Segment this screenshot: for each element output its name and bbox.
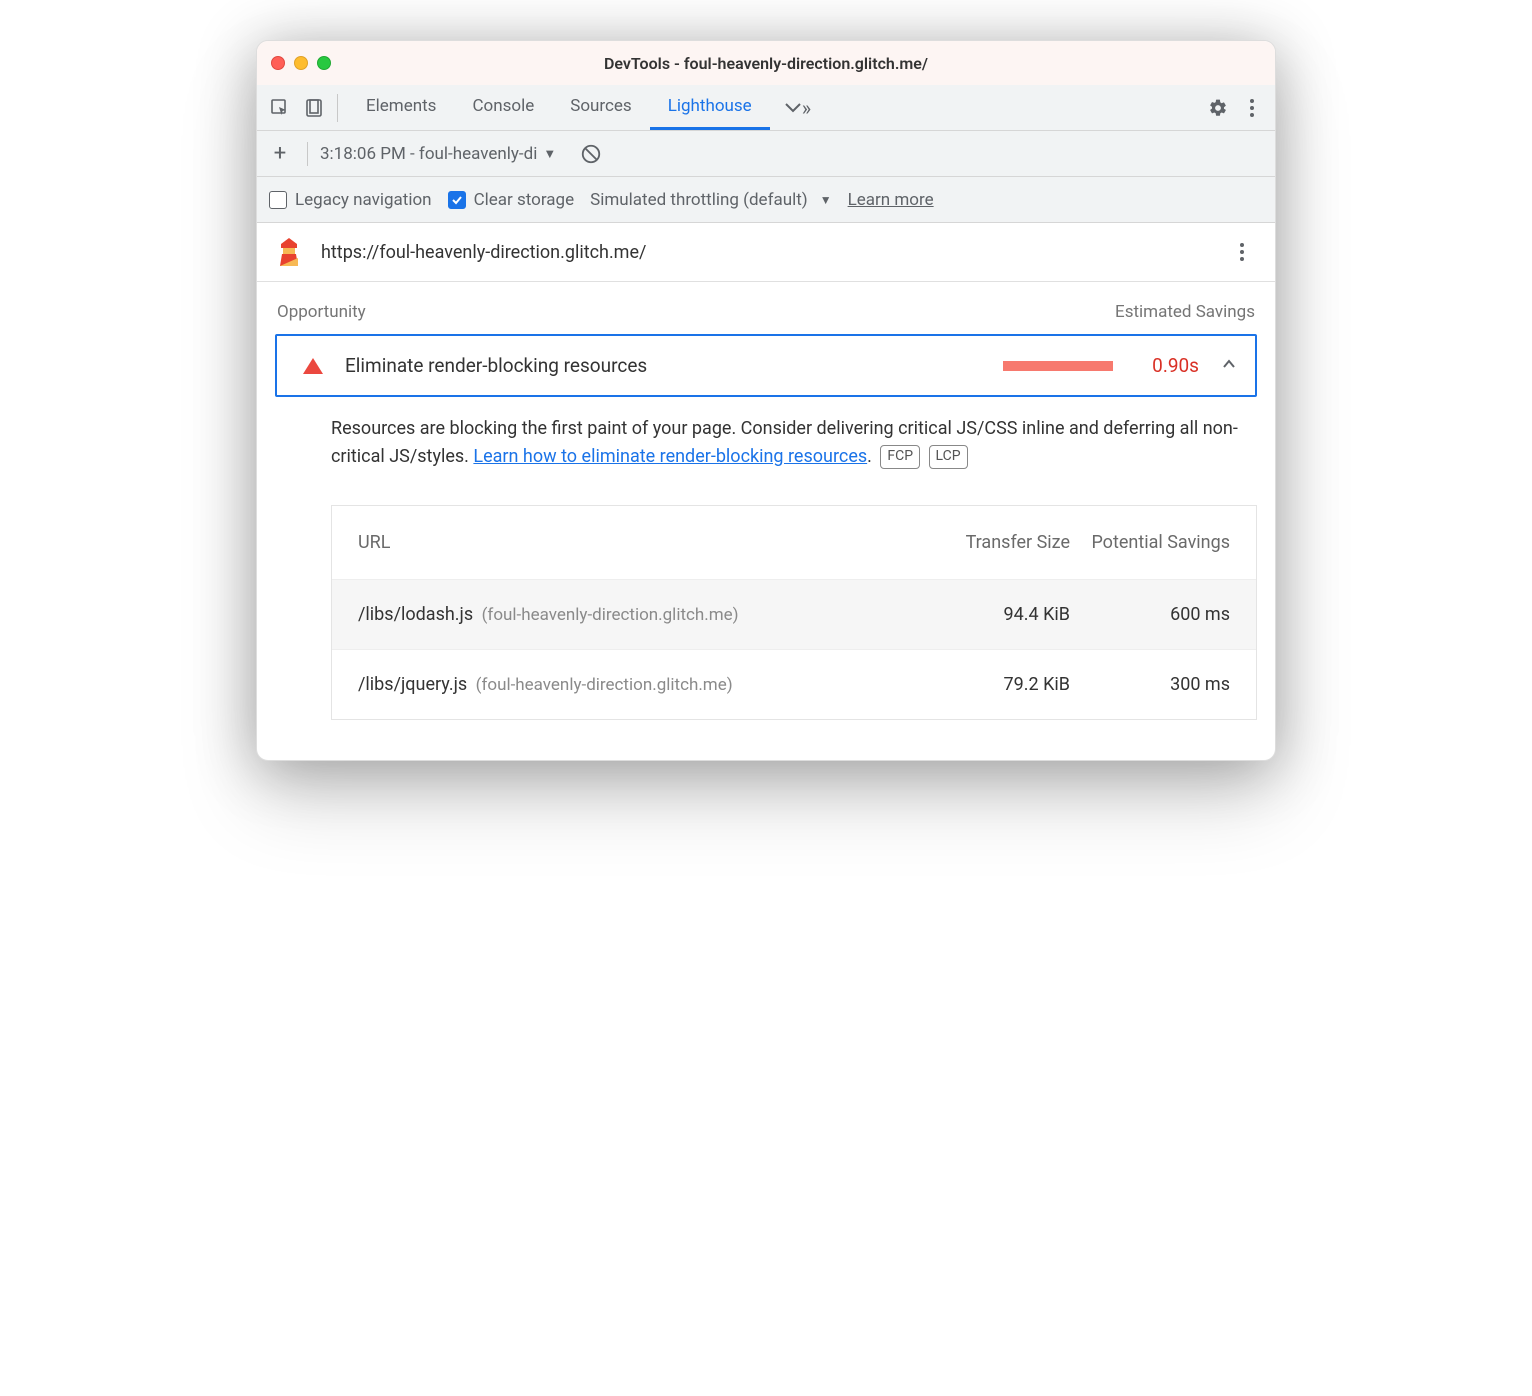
fail-triangle-icon	[303, 358, 323, 374]
th-size: Transfer Size	[930, 530, 1070, 555]
audit-learn-link[interactable]: Learn how to eliminate render-blocking r…	[473, 446, 867, 467]
row-savings: 600 ms	[1070, 604, 1230, 625]
row-size: 79.2 KiB	[930, 674, 1070, 695]
lighthouse-logo-icon	[273, 236, 305, 268]
report-url-bar: https://foul-heavenly-direction.glitch.m…	[257, 223, 1275, 282]
row-url-path: /libs/lodash.js	[358, 604, 473, 625]
tag-fcp: FCP	[880, 445, 920, 469]
audit-description: Resources are blocking the first paint o…	[275, 397, 1257, 481]
titlebar: DevTools - foul-heavenly-direction.glitc…	[257, 41, 1275, 85]
throttling-label: Simulated throttling (default)	[590, 190, 808, 210]
more-menu-icon[interactable]	[1235, 91, 1269, 125]
row-size: 94.4 KiB	[930, 604, 1070, 625]
window-title: DevTools - foul-heavenly-direction.glitc…	[257, 54, 1275, 73]
resources-table: URL Transfer Size Potential Savings /lib…	[331, 505, 1257, 720]
report-url: https://foul-heavenly-direction.glitch.m…	[321, 242, 1209, 263]
row-url-host: (foul-heavenly-direction.glitch.me)	[482, 605, 739, 625]
chevron-up-icon	[1221, 356, 1237, 376]
section-header: Opportunity Estimated Savings	[275, 296, 1257, 334]
clear-report-icon[interactable]	[580, 143, 602, 165]
close-window-button[interactable]	[271, 56, 285, 70]
table-row[interactable]: /libs/lodash.js (foul-heavenly-direction…	[332, 579, 1256, 649]
report-select-dropdown[interactable]: 3:18:06 PM - foul-heavenly-di ▼	[320, 144, 556, 164]
table-row[interactable]: /libs/jquery.js (foul-heavenly-direction…	[332, 649, 1256, 719]
clear-storage-checkbox[interactable]: Clear storage	[448, 190, 575, 210]
savings-bar	[1003, 361, 1113, 371]
traffic-lights	[271, 56, 331, 70]
opportunity-heading: Opportunity	[277, 302, 366, 322]
tab-elements[interactable]: Elements	[348, 85, 454, 130]
checkbox-checked-icon	[448, 191, 466, 209]
savings-value: 0.90s	[1129, 354, 1199, 377]
audit-render-blocking[interactable]: Eliminate render-blocking resources 0.90…	[275, 334, 1257, 397]
th-url: URL	[358, 532, 930, 553]
legacy-navigation-checkbox[interactable]: Legacy navigation	[269, 190, 432, 210]
settings-icon[interactable]	[1201, 91, 1235, 125]
row-savings: 300 ms	[1070, 674, 1230, 695]
savings-heading: Estimated Savings	[1115, 302, 1255, 322]
report-content: Opportunity Estimated Savings Eliminate …	[257, 282, 1275, 760]
audit-desc-tail: .	[867, 446, 872, 467]
new-report-button[interactable]: +	[265, 141, 295, 166]
options-bar: Legacy navigation Clear storage Simulate…	[257, 177, 1275, 223]
learn-more-link[interactable]: Learn more	[848, 190, 934, 210]
table-header: URL Transfer Size Potential Savings	[332, 506, 1256, 579]
checkbox-icon	[269, 191, 287, 209]
minimize-window-button[interactable]	[294, 56, 308, 70]
zoom-window-button[interactable]	[317, 56, 331, 70]
devtools-window: DevTools - foul-heavenly-direction.glitc…	[256, 40, 1276, 761]
tab-lighthouse[interactable]: Lighthouse	[650, 85, 770, 130]
clear-storage-label: Clear storage	[474, 190, 575, 210]
audit-title: Eliminate render-blocking resources	[345, 354, 987, 377]
chevron-down-icon: ▼	[543, 146, 556, 162]
report-menu-button[interactable]	[1225, 235, 1259, 269]
legacy-navigation-label: Legacy navigation	[295, 190, 432, 210]
throttling-dropdown[interactable]: Simulated throttling (default) ▼	[590, 190, 831, 210]
row-url-path: /libs/jquery.js	[358, 674, 467, 695]
tag-lcp: LCP	[929, 445, 968, 469]
tabs-overflow-button[interactable]: »	[770, 98, 825, 118]
device-toolbar-icon[interactable]	[297, 91, 331, 125]
tab-sources[interactable]: Sources	[552, 85, 649, 130]
th-savings: Potential Savings	[1070, 530, 1230, 555]
inspect-element-icon[interactable]	[263, 91, 297, 125]
report-select-label: 3:18:06 PM - foul-heavenly-di	[320, 144, 537, 164]
tab-console[interactable]: Console	[454, 85, 552, 130]
row-url-host: (foul-heavenly-direction.glitch.me)	[476, 675, 733, 695]
chevron-down-icon: ▼	[820, 193, 832, 207]
report-toolbar: + 3:18:06 PM - foul-heavenly-di ▼	[257, 131, 1275, 177]
tabs-list: Elements Console Sources Lighthouse	[348, 85, 770, 130]
tabs-bar: Elements Console Sources Lighthouse »	[257, 85, 1275, 131]
